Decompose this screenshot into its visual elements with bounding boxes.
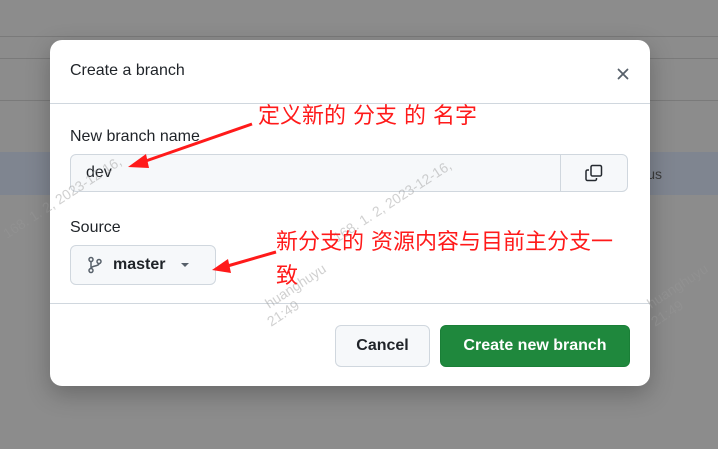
background-divider	[0, 36, 718, 37]
branch-name-input[interactable]	[71, 155, 563, 191]
copy-icon	[585, 164, 603, 182]
annotation-source-line2: 致	[276, 264, 299, 289]
close-button[interactable]	[610, 61, 636, 87]
source-label: Source	[70, 219, 121, 236]
dialog-header: Create a branch	[50, 40, 650, 104]
x-icon	[617, 68, 629, 80]
create-branch-dialog: Create a branch New branch name Source m…	[50, 40, 650, 386]
dialog-footer: Cancel Create new branch	[50, 303, 650, 386]
git-branch-icon	[88, 256, 102, 274]
source-branch-select[interactable]: master	[70, 245, 216, 285]
copy-button[interactable]	[560, 155, 627, 191]
triangle-down-icon	[181, 263, 190, 267]
source-branch-name: master	[113, 256, 166, 273]
annotation-source-line1: 新分支的 资源内容与目前主分支一	[276, 230, 613, 255]
branch-name-group	[70, 154, 628, 192]
cancel-button[interactable]: Cancel	[335, 325, 430, 367]
new-branch-label: New branch name	[70, 128, 200, 145]
create-branch-button[interactable]: Create new branch	[440, 325, 630, 367]
annotation-branch-name: 定义新的 分支 的 名字	[258, 104, 477, 129]
dialog-title: Create a branch	[70, 62, 185, 79]
